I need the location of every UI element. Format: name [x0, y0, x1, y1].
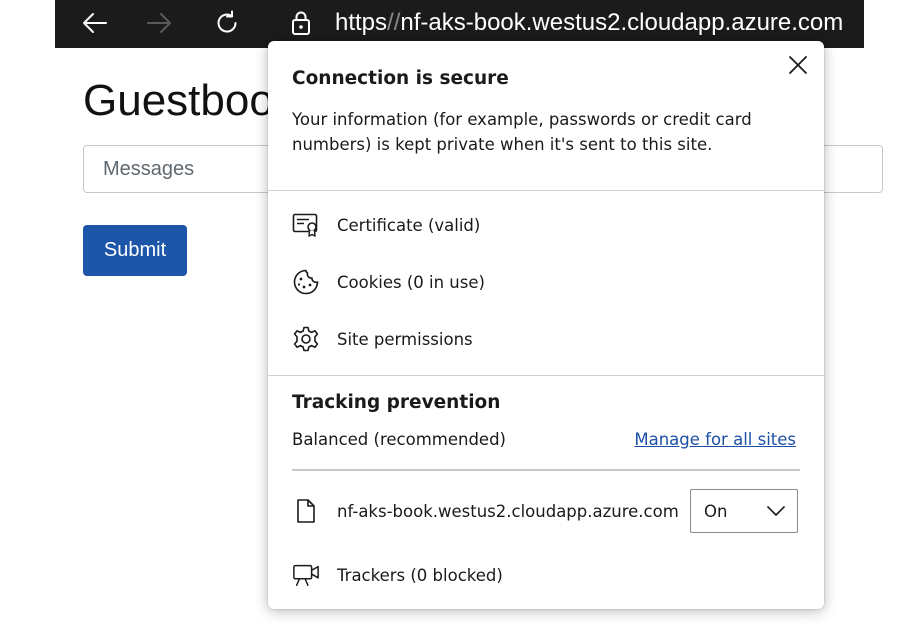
- tracking-prevention-title: Tracking prevention: [292, 392, 501, 413]
- close-icon: [789, 56, 807, 74]
- site-tracking-row: nf-aks-book.westus2.cloudapp.azure.com: [292, 497, 679, 525]
- site-permissions-row[interactable]: Site permissions: [292, 325, 473, 353]
- url-scheme: https: [335, 9, 388, 36]
- url-separator: //: [387, 9, 401, 36]
- divider: [268, 190, 824, 191]
- tracking-toggle-dropdown[interactable]: On: [690, 489, 798, 533]
- tracking-mode: Balanced (recommended): [292, 430, 506, 449]
- forward-button[interactable]: [143, 8, 175, 38]
- certificate-row[interactable]: Certificate (valid): [292, 211, 480, 239]
- close-button[interactable]: [786, 53, 810, 77]
- cookies-label: Cookies (0 in use): [337, 272, 485, 292]
- refresh-icon: [217, 10, 237, 33]
- page-title: Guestbook: [83, 76, 296, 125]
- site-info-button[interactable]: [285, 8, 317, 38]
- certificate-icon: [292, 211, 320, 239]
- dropdown-value: On: [704, 501, 728, 521]
- site-host-label: nf-aks-book.westus2.cloudapp.azure.com: [337, 501, 679, 521]
- lock-icon: [292, 11, 310, 35]
- site-info-popup: Connection is secure Your information (f…: [268, 41, 824, 609]
- address-bar[interactable]: https//nf-aks-book.westus2.cloudapp.azur…: [335, 6, 843, 40]
- cookie-icon: [292, 268, 320, 296]
- forward-arrow-icon: [147, 13, 171, 33]
- submit-button[interactable]: Submit: [83, 225, 187, 276]
- gear-icon: [292, 325, 320, 353]
- url-host: nf-aks-book.westus2.cloudapp.azure.com: [400, 9, 844, 36]
- chevron-down-icon: [767, 506, 785, 516]
- site-permissions-label: Site permissions: [337, 329, 473, 349]
- certificate-label: Certificate (valid): [337, 215, 481, 235]
- cookies-row[interactable]: Cookies (0 in use): [292, 268, 485, 296]
- divider: [292, 469, 800, 471]
- document-icon: [292, 497, 320, 525]
- popup-title: Connection is secure: [292, 68, 509, 89]
- back-button[interactable]: [79, 8, 111, 38]
- trackers-icon: [292, 561, 320, 589]
- manage-for-all-sites-link[interactable]: Manage for all sites: [634, 430, 796, 449]
- divider: [268, 375, 824, 376]
- refresh-button[interactable]: [211, 8, 243, 38]
- trackers-label: Trackers (0 blocked): [337, 565, 503, 585]
- trackers-row[interactable]: Trackers (0 blocked): [292, 561, 503, 589]
- back-arrow-icon: [83, 13, 107, 33]
- popup-description: Your information (for example, passwords…: [292, 110, 752, 154]
